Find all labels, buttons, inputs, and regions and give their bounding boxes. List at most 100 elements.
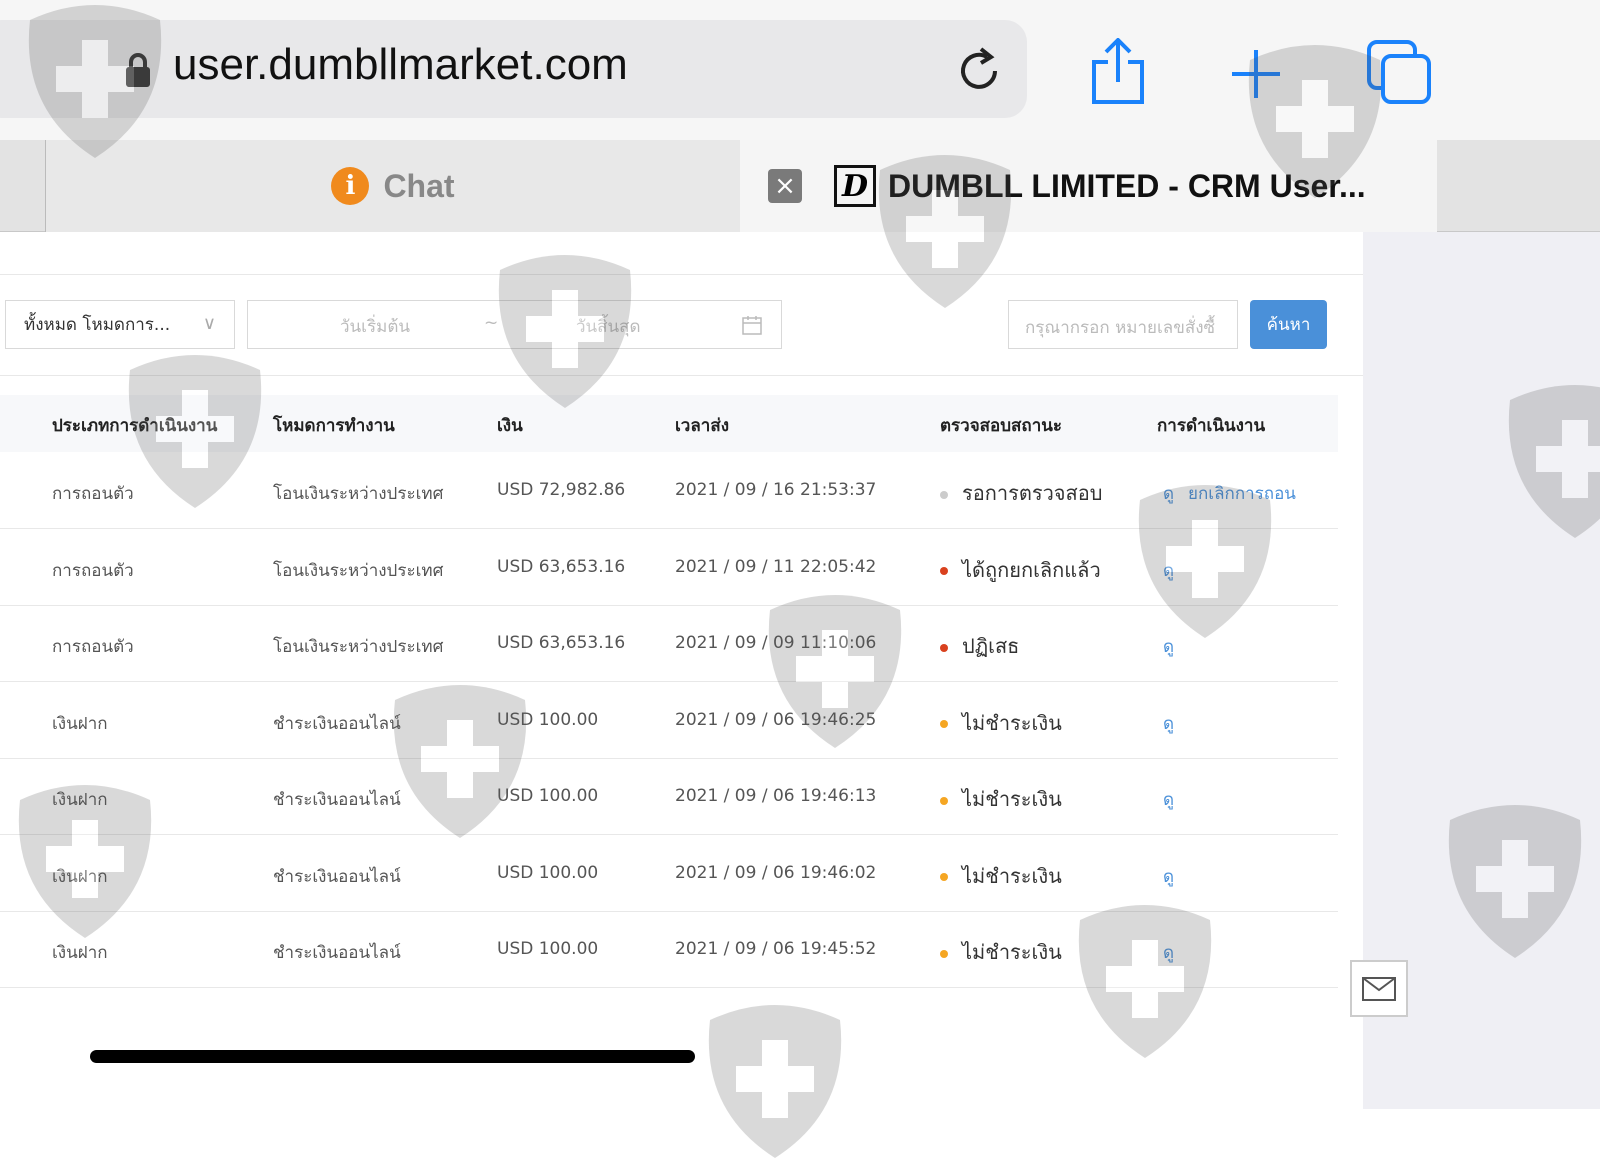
header-mode: โหมดการทำงาน [273, 416, 395, 436]
row-type: เงินฝาก [52, 790, 108, 810]
start-date-input[interactable]: วันเริ่มต้น [340, 313, 410, 340]
row-status: ปฏิเสธ [940, 630, 1019, 662]
view-link[interactable]: ดู [1163, 943, 1174, 963]
tab-crm[interactable]: × D DUMBLL LIMITED - CRM User... [740, 140, 1437, 232]
row-actions: ดู [1163, 863, 1188, 890]
chevron-down-icon: ∨ [202, 313, 216, 334]
row-time: 2021 / 09 / 06 19:46:13 [675, 786, 877, 806]
date-separator: ~ [484, 313, 499, 333]
row-type: เงินฝาก [52, 866, 108, 887]
close-tab-icon[interactable]: × [768, 169, 802, 203]
view-link[interactable]: ดู [1163, 867, 1174, 887]
table-row: เงินฝาก ชำระเงินออนไลน์ USD 100.00 2021 / 0… [0, 835, 1338, 912]
view-link[interactable]: ดู [1163, 790, 1174, 810]
table-row: เงินฝาก ชำระเงินออนไลน์ USD 100.00 2021 / 0… [0, 758, 1338, 835]
view-link[interactable]: ดู [1163, 637, 1174, 657]
view-link[interactable]: ดู [1163, 714, 1174, 734]
header-time: เวลาส่ง [675, 416, 729, 436]
status-text: ได้ถูกยกเลิกแล้ว [962, 557, 1101, 582]
divider [0, 375, 1363, 376]
row-status: ไม่ชำระเงิน [940, 707, 1062, 739]
row-status: ไม่ชำระเงิน [940, 936, 1062, 968]
row-time: 2021 / 09 / 06 19:46:25 [675, 709, 877, 730]
status-text: ไม่ชำระเงิน [962, 710, 1062, 735]
row-status: ไม่ชำระเงิน [940, 860, 1062, 892]
search-button[interactable]: ค้นหา [1250, 300, 1327, 349]
row-actions: ดู [1163, 710, 1188, 737]
tab-bar: i Chat × D DUMBLL LIMITED - CRM User... [0, 140, 1600, 232]
status-dot-icon [940, 643, 948, 652]
row-time: 2021 / 09 / 06 19:45:52 [675, 939, 877, 959]
end-date-input[interactable]: วันสิ้นสุด [576, 313, 641, 340]
row-time: 2021 / 09 / 11 22:05:42 [675, 556, 877, 577]
divider [0, 274, 1363, 275]
status-dot-icon [940, 567, 948, 575]
order-number-input[interactable]: กรุณากรอก หมายเลขสั่งซื้ [1008, 300, 1238, 349]
row-amount: USD 100.00 [497, 862, 599, 883]
header-status: ตรวจสอบสถานะ [940, 416, 1063, 436]
row-status: ได้ถูกยกเลิกแล้ว [940, 554, 1101, 586]
status-dot-icon [940, 720, 948, 728]
row-time: 2021 / 09 / 06 19:46:02 [675, 862, 877, 883]
row-actions: ดู [1163, 557, 1188, 584]
row-amount: USD 100.00 [497, 939, 599, 959]
info-icon: i [331, 167, 370, 205]
status-text: ไม่ชำระเงิน [962, 940, 1062, 964]
dumbll-logo-icon: D [834, 165, 876, 207]
tab-label: DUMBLL LIMITED - CRM User... [888, 167, 1366, 204]
row-actions: ดู [1163, 939, 1188, 966]
table-row: การถอนตัว โอนเงินระหว่างประเทศ USD 63,653.… [0, 529, 1338, 606]
reload-icon[interactable] [955, 45, 1005, 99]
row-time: 2021 / 09 / 09 11:10:06 [675, 633, 877, 653]
view-link[interactable]: ดู [1163, 561, 1174, 581]
new-tab-icon[interactable] [1230, 48, 1282, 100]
home-indicator [90, 1050, 695, 1063]
view-link[interactable]: ดู [1163, 484, 1174, 504]
status-dot-icon [940, 490, 948, 499]
calendar-icon [742, 316, 762, 335]
row-type: การถอนตัว [52, 484, 134, 504]
header-type: ประเภทการดำเนินงาน [52, 416, 218, 436]
cancel-withdrawal-link[interactable]: ยกเลิกการถอน [1188, 484, 1296, 504]
table-header: ประเภทการดำเนินงาน โหมดการทำงาน เงิน เวล… [0, 395, 1338, 452]
status-dot-icon [940, 796, 948, 805]
row-mode: ชำระเงินออนไลน์ [273, 866, 401, 887]
mail-icon [1362, 976, 1396, 1001]
row-time: 2021 / 09 / 16 21:53:37 [675, 480, 877, 500]
header-actions: การดำเนินงาน [1157, 416, 1266, 436]
tab-chat[interactable]: i Chat [45, 140, 740, 232]
status-text: ไม่ชำระเงิน [962, 863, 1062, 888]
status-dot-icon [940, 873, 948, 881]
message-button[interactable] [1350, 960, 1408, 1017]
table-row: การถอนตัว โอนเงินระหว่างประเทศ USD 63,653.… [0, 605, 1338, 682]
row-amount: USD 63,653.16 [497, 556, 626, 577]
row-mode: ชำระเงินออนไลน์ [273, 943, 401, 963]
row-mode: ชำระเงินออนไลน์ [273, 713, 401, 734]
row-mode: ชำระเงินออนไลน์ [273, 790, 401, 810]
mode-select[interactable]: ทั้งหมด โหมดการ... ∨ [5, 300, 235, 349]
row-amount: USD 100.00 [497, 709, 599, 730]
url-text[interactable]: user.dumbllmarket.com [173, 40, 628, 90]
mode-select-value: ทั้งหมด โหมดการ... [24, 315, 171, 335]
watermark-shield-icon [708, 1005, 842, 1158]
tabs-icon[interactable] [1367, 40, 1433, 106]
row-amount: USD 63,653.16 [497, 633, 626, 653]
row-type: การถอนตัว [52, 560, 134, 581]
row-actions: ดู ยกเลิกการถอน [1163, 480, 1310, 507]
header-amount: เงิน [497, 416, 523, 436]
status-text: ปฏิเสธ [962, 634, 1020, 658]
date-range-picker[interactable]: วันเริ่มต้น ~ วันสิ้นสุด [247, 300, 782, 349]
browser-toolbar: user.dumbllmarket.com [0, 0, 1600, 140]
table-row: เงินฝาก ชำระเงินออนไลน์ USD 100.00 2021 / 0… [0, 911, 1338, 988]
status-text: รอการตรวจสอบ [962, 481, 1103, 505]
row-type: การถอนตัว [52, 637, 134, 657]
status-dot-icon [940, 949, 948, 958]
tab-label: Chat [383, 167, 455, 204]
row-mode: โอนเงินระหว่างประเทศ [273, 484, 444, 504]
lock-icon [126, 53, 150, 87]
table-row: การถอนตัว โอนเงินระหว่างประเทศ USD 72,982.… [0, 452, 1338, 529]
share-icon[interactable] [1090, 38, 1146, 106]
row-mode: โอนเงินระหว่างประเทศ [273, 560, 444, 581]
status-text: ไม่ชำระเงิน [962, 787, 1062, 811]
row-amount: USD 100.00 [497, 786, 599, 806]
